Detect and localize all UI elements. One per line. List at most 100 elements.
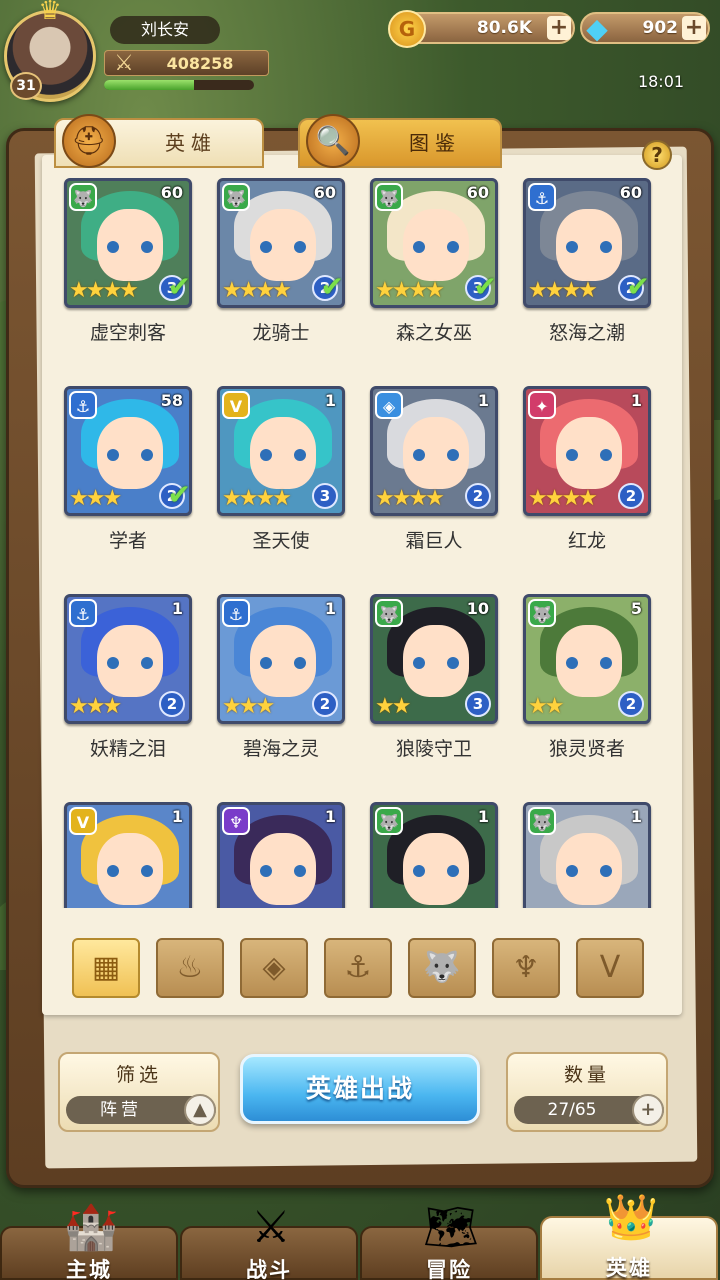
filter-all-button[interactable]: ▦	[72, 938, 140, 998]
hero-card[interactable]: 🐺 1	[362, 800, 502, 908]
deploy-heroes-button[interactable]: 英雄出战	[240, 1054, 480, 1124]
hero-card[interactable]: ♆ 1	[209, 800, 349, 908]
hero-count: 27/65 +	[514, 1094, 664, 1126]
hero-portrait-frame[interactable]: ⚓ 58 ★★★ 2 ✔	[64, 386, 192, 516]
filter-select[interactable]: 阵营 ▲	[66, 1094, 216, 1126]
count-title: 数量	[563, 1064, 610, 1086]
hero-card[interactable]: 🐺 60 ★★★★ 2 ✔ 龙骑士	[209, 176, 349, 366]
tab-heroes[interactable]: ⛑ 英雄	[54, 114, 264, 168]
hero-eyes	[566, 449, 612, 461]
filter-dark-button[interactable]: ♆	[492, 938, 560, 998]
tab-codex[interactable]: 🔍 图鉴	[298, 114, 502, 168]
hero-eyes	[566, 865, 612, 877]
hero-name: 红龙	[567, 530, 606, 552]
crossed-swords-icon: ⚔	[251, 1202, 291, 1253]
castle-icon: 🏰	[63, 1202, 119, 1253]
hero-portrait-frame[interactable]: ⚓ 1 ★★★ 2	[64, 594, 192, 724]
hero-card[interactable]: 🐺 60 ★★★★ 3 ✔ 虚空刺客	[56, 176, 196, 366]
hero-card[interactable]: ⚓ 60 ★★★★ 2 ✔ 怒海之潮	[515, 176, 655, 366]
hero-stars: ★★★	[69, 694, 122, 719]
add-gold-button[interactable]: +	[547, 16, 571, 40]
help-button[interactable]: ?	[642, 140, 672, 170]
hero-level: 1	[630, 391, 642, 410]
hero-count-panel: 数量 27/65 +	[506, 1052, 668, 1132]
hero-level: 10	[466, 599, 489, 618]
magnifier-icon: 🔍	[306, 114, 360, 168]
hero-card[interactable]: ◈ 1 ★★★★ 2 霜巨人	[362, 384, 502, 574]
faction-icon: 🐺	[528, 807, 556, 835]
combat-power-value: 408258	[166, 54, 234, 73]
hero-stars: ★★★★	[375, 486, 445, 511]
faction-icon: 🐺	[375, 807, 403, 835]
tab-heroes-label: 英雄	[165, 131, 217, 155]
hero-stars: ★★	[528, 694, 564, 719]
hero-portrait-frame[interactable]: 🐺 1	[370, 802, 498, 908]
filter-fire-button[interactable]: ♨	[156, 938, 224, 998]
nav-heroes[interactable]: 👑 英雄	[540, 1192, 718, 1280]
add-gems-button[interactable]: +	[682, 16, 706, 40]
hero-portrait-frame[interactable]: V 1 ★★★★ 3	[217, 386, 345, 516]
hero-level: 1	[324, 599, 336, 618]
filter-beast-button[interactable]: 🐺	[408, 938, 476, 998]
hero-card[interactable]: 🐺 10 ★★ 3 狼陵守卫	[362, 592, 502, 782]
hero-card[interactable]: ✦ 1 ★★★★ 2 红龙	[515, 384, 655, 574]
expand-capacity-button[interactable]: +	[632, 1094, 664, 1126]
hero-card[interactable]: V 1 ★★★★ 3 圣天使	[209, 384, 349, 574]
filter-light-button[interactable]: V	[576, 938, 644, 998]
hero-name: 狼陵守卫	[395, 738, 472, 760]
filter-sea-button[interactable]: ⚓	[324, 938, 392, 998]
hero-stars: ★★★★	[528, 278, 598, 303]
hero-eyes	[260, 449, 306, 461]
hero-portrait-frame[interactable]: V1	[64, 802, 192, 908]
nav-adventure[interactable]: 🗺 冒险	[360, 1202, 538, 1280]
player-panel[interactable]: ♛ 31 刘长安 ⚔ 408258	[0, 0, 270, 102]
faction-icon: ⚓	[528, 183, 556, 211]
hero-rank-badge: 2	[159, 691, 185, 717]
nav-battle[interactable]: ⚔ 战斗	[180, 1202, 358, 1280]
nav-main-city[interactable]: 🏰 主城	[0, 1202, 178, 1280]
deployed-check-icon: ✔	[626, 270, 650, 303]
hero-grid[interactable]: 🐺 60 ★★★★ 3 ✔ 虚空刺客 🐺 60 ★★★★ 2 ✔ 龙骑士 🐺 60 ★★★★ 3 ✔ 森之女巫 ⚓ 6…	[56, 176, 668, 908]
hero-eyes	[413, 241, 459, 253]
hero-card[interactable]: 🐺 60 ★★★★ 3 ✔ 森之女巫	[362, 176, 502, 366]
faction-filter-bar: ▦ ♨ ◈ ⚓ 🐺 ♆ V	[72, 938, 652, 1000]
hero-portrait-frame[interactable]: ⚓ 1 ★★★ 2	[217, 594, 345, 724]
hero-level: 1	[477, 391, 489, 410]
hero-card[interactable]: 🐺 1	[515, 800, 655, 908]
hero-stars: ★★	[375, 694, 411, 719]
diamond-icon: ◆	[586, 12, 608, 45]
hero-portrait-frame[interactable]: 🐺 60 ★★★★ 3 ✔	[370, 178, 498, 308]
hero-card[interactable]: ⚓ 1 ★★★ 2 碧海之灵	[209, 592, 349, 782]
hero-portrait-frame[interactable]: 🐺 60 ★★★★ 2 ✔	[217, 178, 345, 308]
map-icon: 🗺	[423, 1202, 479, 1253]
hero-portrait-frame[interactable]: ⚓ 60 ★★★★ 2 ✔	[523, 178, 651, 308]
player-level-badge: 31	[10, 72, 42, 100]
hero-card[interactable]: ⚓ 58 ★★★ 2 ✔ 学者	[56, 384, 196, 574]
nav-label: 英雄	[606, 1256, 652, 1280]
filter-title: 筛选	[115, 1064, 162, 1086]
hero-count-value: 27/65	[547, 1100, 597, 1120]
gold-coin-icon: G	[388, 10, 426, 48]
hero-eyes	[107, 865, 153, 877]
hero-stars: ★★★★	[375, 278, 445, 303]
hero-portrait-frame[interactable]: 🐺 10 ★★ 3	[370, 594, 498, 724]
nav-label: 主城	[66, 1258, 112, 1280]
chevron-up-icon[interactable]: ▲	[184, 1094, 216, 1126]
hero-portrait-frame[interactable]: ◈ 1 ★★★★ 2	[370, 386, 498, 516]
hero-card[interactable]: V1	[56, 800, 196, 908]
hero-level: 58	[160, 391, 183, 410]
faction-icon: ⚓	[69, 391, 97, 419]
hero-portrait-frame[interactable]: 🐺 5 ★★ 2	[523, 594, 651, 724]
hero-portrait-frame[interactable]: ♆ 1	[217, 802, 345, 908]
hero-stars: ★★★	[69, 486, 122, 511]
hero-portrait-frame[interactable]: ✦ 1 ★★★★ 2	[523, 386, 651, 516]
filter-ice-button[interactable]: ◈	[240, 938, 308, 998]
hero-card[interactable]: ⚓ 1 ★★★ 2 妖精之泪	[56, 592, 196, 782]
hero-card[interactable]: 🐺 5 ★★ 2 狼灵贤者	[515, 592, 655, 782]
hero-stars: ★★★★	[222, 486, 292, 511]
hero-level: 60	[313, 183, 336, 202]
gold-counter: G 80.6K +	[388, 10, 575, 48]
hero-portrait-frame[interactable]: 🐺 1	[523, 802, 651, 908]
hero-portrait-frame[interactable]: 🐺 60 ★★★★ 3 ✔	[64, 178, 192, 308]
crown-icon: ♛	[38, 0, 62, 26]
